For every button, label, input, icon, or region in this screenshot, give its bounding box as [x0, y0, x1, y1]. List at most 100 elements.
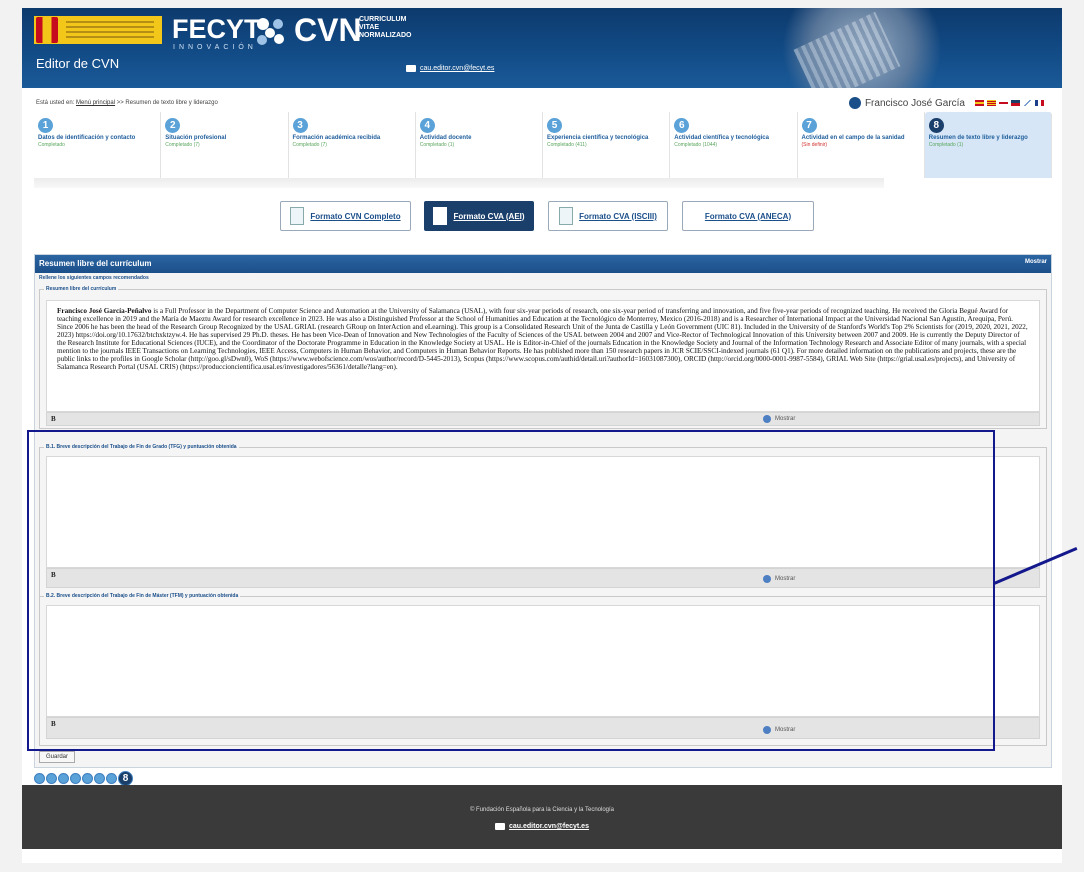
user-menu[interactable]: Francisco José García [848, 97, 1044, 109]
cvn-logo: CVN [294, 12, 362, 48]
step-status: Completado (1044) [674, 142, 718, 148]
section-tfm: B.2. Breve descripción del Trabajo de Fi… [39, 593, 1047, 746]
footer: © Fundación Española para la Ciencia y l… [22, 785, 1062, 849]
app-title: Editor de CVN [36, 56, 120, 71]
step-5[interactable]: 5 Experiencia científica y tecnológica C… [543, 112, 671, 178]
summary-editor[interactable]: Francisco José García-Peñalvo is a Full … [46, 300, 1040, 412]
government-logo [34, 16, 162, 44]
summary-editor-toolbar: B Mostrar [46, 412, 1040, 426]
flag-fr-icon[interactable] [1035, 100, 1044, 106]
mail-icon [495, 823, 505, 830]
show-button[interactable]: Mostrar [763, 726, 795, 734]
step-number: 8 [928, 118, 944, 133]
mini-step-1[interactable] [34, 773, 45, 784]
mini-step-current[interactable]: 8 [118, 771, 133, 786]
page-frame: FECYT INNOVACIÓN CVN CURRICULUM VITAE NO… [22, 8, 1062, 863]
step-number: 3 [292, 118, 308, 133]
document-icon [290, 207, 305, 225]
section-title: B.2. Breve descripción del Trabajo de Fi… [44, 593, 241, 599]
flag-ca-icon[interactable] [987, 100, 996, 106]
step-number: 7 [801, 118, 817, 133]
mini-step-7[interactable] [106, 773, 117, 784]
mini-step-5[interactable] [82, 773, 93, 784]
format-cva-aneca-button[interactable]: Formato CVA (ANECA) [682, 201, 814, 231]
summary-author-name: Francisco José García-Peñalvo [57, 307, 152, 315]
step-6[interactable]: 6 Actividad científica y tecnológica Com… [670, 112, 798, 178]
section-title: Resumen libre del currículum [44, 286, 119, 292]
document-icon [559, 207, 574, 225]
step-status: Completado (1) [928, 142, 964, 148]
tfg-editor[interactable] [46, 456, 1040, 568]
recommended-fields-legend: Rellene los siguientes campos recomendad… [39, 275, 149, 281]
step-2[interactable]: 2 Situación profesional Completado (7) [161, 112, 289, 178]
mini-step-3[interactable] [58, 773, 69, 784]
fecyt-icon [257, 18, 284, 45]
mini-step-navigation: 8 [34, 771, 133, 786]
tfm-editor[interactable] [46, 605, 1040, 717]
section-title: B.1. Breve descripción del Trabajo de Fi… [44, 444, 239, 450]
step-label: Experiencia científica y tecnológica [547, 135, 649, 141]
step-8[interactable]: 8 Resumen de texto libre y liderazgo Com… [924, 112, 1052, 178]
mail-icon [406, 65, 416, 72]
save-button[interactable]: Guardar [39, 751, 76, 763]
step-status: Completado [38, 142, 65, 148]
step-7[interactable]: 7 Actividad en el campo de la sanidad (S… [798, 112, 925, 178]
panel-show-toggle[interactable]: Mostrar [1025, 259, 1047, 269]
step-number: 5 [547, 118, 562, 133]
user-icon [848, 97, 861, 109]
mini-step-6[interactable] [94, 773, 105, 784]
tfg-editor-toolbar: B Mostrar [46, 568, 1040, 588]
format-cva-isciii-button[interactable]: Formato CVA (ISCIII) [548, 201, 668, 231]
flag-eu-icon[interactable] [999, 100, 1008, 106]
footer-email-link[interactable]: cau.editor.cvn@fecyt.es [22, 823, 1062, 830]
format-cva-aei-button[interactable]: Formato CVA (AEI) [424, 201, 534, 231]
cvn-subtitle: CURRICULUM VITAE NORMALIZADO [359, 16, 412, 39]
header: FECYT INNOVACIÓN CVN CURRICULUM VITAE NO… [22, 8, 1062, 88]
step-label: Actividad en el campo de la sanidad [801, 135, 905, 141]
flag-es-icon[interactable] [975, 100, 984, 106]
step-status: Completado (7) [292, 142, 327, 148]
step-label: Datos de identificación y contacto [38, 135, 136, 141]
tfm-editor-toolbar: B Mostrar [46, 717, 1040, 739]
footer-copyright: © Fundación Española para la Ciencia y l… [469, 807, 615, 813]
step-status: Completado (7) [165, 142, 200, 148]
spain-shield-icon [36, 17, 58, 43]
step-label: Formación académica recibida [292, 135, 381, 141]
mini-step-4[interactable] [70, 773, 81, 784]
format-cvn-button[interactable]: Formato CVN Completo [280, 201, 411, 231]
step-label: Actividad docente [419, 135, 472, 141]
step-number: 4 [419, 118, 435, 133]
mini-step-2[interactable] [46, 773, 57, 784]
bold-button[interactable]: B [51, 415, 56, 423]
step-number: 1 [38, 118, 53, 133]
header-email-link[interactable]: cau.editor.cvn@fecyt.es [406, 65, 494, 72]
language-flags [975, 100, 1044, 106]
show-button[interactable]: Mostrar [763, 575, 795, 583]
step-status: (Sin definir) [801, 142, 828, 148]
step-3[interactable]: 3 Formación académica recibida Completad… [289, 112, 416, 178]
show-icon [763, 575, 771, 583]
step-number: 6 [674, 118, 690, 133]
breadcrumb-home-link[interactable]: Menú principal [76, 100, 115, 106]
step-4[interactable]: 4 Actividad docente Completado (1) [416, 112, 543, 178]
bold-button[interactable]: B [51, 720, 56, 728]
fecyt-logo: FECYT [172, 14, 261, 44]
summary-body: is a Full Professor in the Department of… [57, 307, 1028, 371]
step-1[interactable]: 1 Datos de identificación y contacto Com… [34, 112, 162, 178]
fecyt-subtitle: INNOVACIÓN [173, 44, 257, 51]
step-label: Actividad científica y tecnológica [674, 135, 769, 141]
flag-en-icon[interactable] [1023, 100, 1032, 106]
bold-button[interactable]: B [51, 571, 56, 579]
summary-text: Francisco José García-Peñalvo is a Full … [47, 301, 1039, 393]
show-button[interactable]: Mostrar [763, 415, 795, 423]
show-icon [763, 415, 771, 423]
progress-steps: 1 Datos de identificación y contacto Com… [34, 112, 1052, 178]
panel-title: Resumen libre del currículum [39, 259, 152, 268]
show-icon [763, 726, 771, 734]
step-status: Completado (1) [419, 142, 455, 148]
step-number: 2 [165, 118, 181, 133]
section-tfg: B.1. Breve descripción del Trabajo de Fi… [39, 444, 1047, 597]
flag-gl-icon[interactable] [1011, 100, 1020, 106]
step-label: Resumen de texto libre y liderazgo [928, 135, 1028, 141]
summary-panel: Resumen libre del currículum Mostrar Rel… [34, 254, 1052, 768]
